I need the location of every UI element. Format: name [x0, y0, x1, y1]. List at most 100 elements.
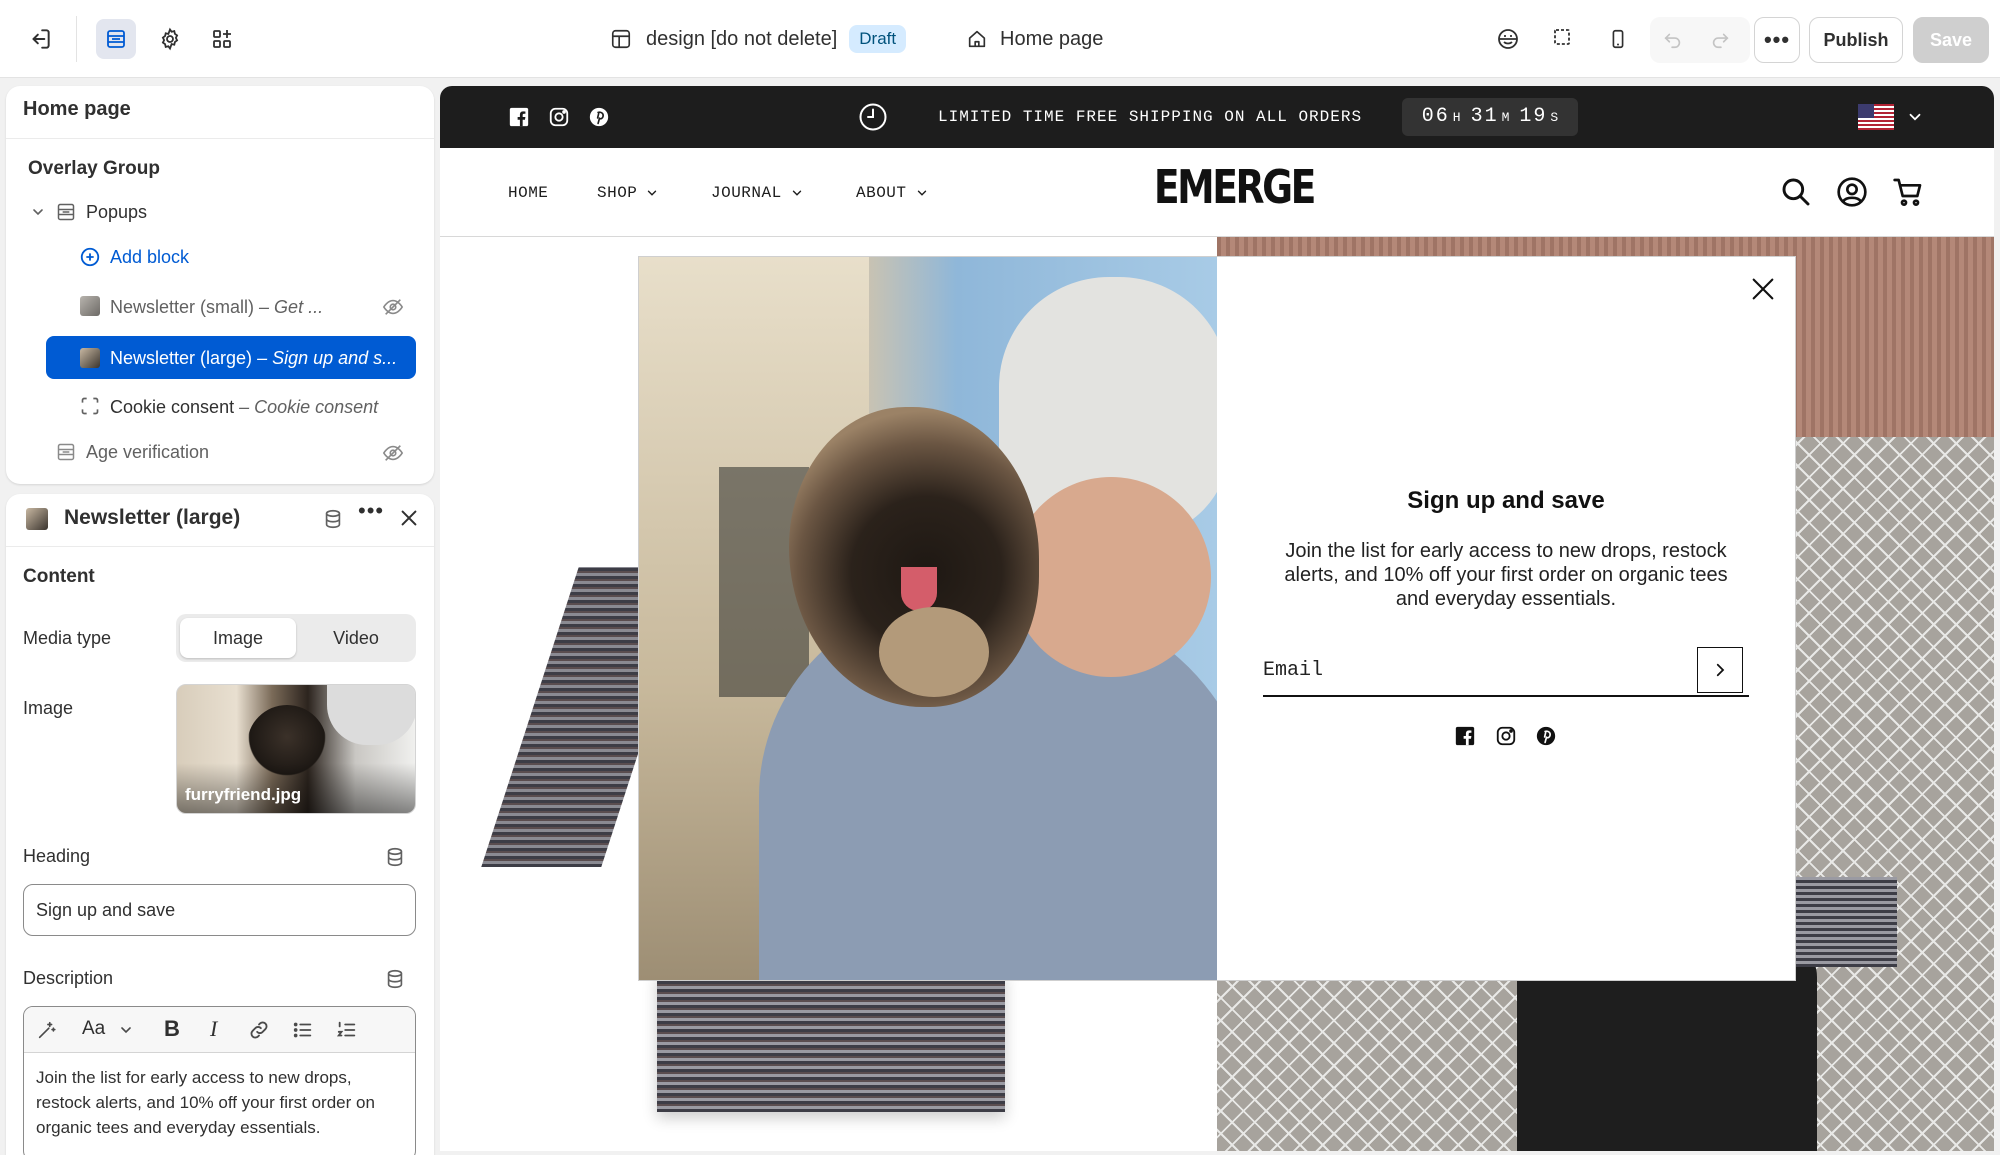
store-logo[interactable]: EMERGE [1154, 160, 1317, 214]
panel-title: Home page [23, 98, 131, 120]
countdown-hours-unit: H [1452, 110, 1461, 125]
tree-item-label: Cookie consent – Cookie consent [110, 397, 378, 418]
countdown-hours: 06 [1421, 105, 1450, 128]
tree-item-newsletter-small[interactable]: Newsletter (small) – Get ... [6, 284, 434, 328]
divider [76, 16, 77, 62]
search-icon[interactable] [1780, 176, 1812, 208]
cart-icon[interactable] [1892, 176, 1924, 208]
nav-shop[interactable]: SHOP [597, 184, 659, 202]
heading-input[interactable]: Sign up and save [23, 884, 416, 936]
facebook-icon[interactable] [508, 106, 530, 128]
sections-icon[interactable] [96, 19, 136, 59]
tree-item-cookie-consent[interactable]: Cookie consent – Cookie consent [6, 384, 434, 428]
nav-label: HOME [508, 184, 549, 202]
email-submit-button[interactable] [1697, 647, 1743, 693]
description-editor: Aa B I Join the list for early access to… [23, 1006, 416, 1155]
eye-hidden-icon[interactable] [382, 296, 404, 318]
us-flag-icon[interactable] [1858, 104, 1894, 130]
eye-hidden-icon[interactable] [382, 442, 404, 464]
tree-item-age-verification[interactable]: Age verification [6, 430, 434, 474]
close-icon[interactable] [1749, 275, 1777, 303]
popup-body: Join the list for early access to new dr… [1284, 540, 1728, 610]
select-element-icon[interactable] [1544, 19, 1584, 59]
more-icon[interactable]: ••• [358, 498, 384, 524]
redo-icon[interactable] [1700, 19, 1740, 59]
pinterest-icon[interactable] [588, 106, 610, 128]
newsletter-popup: Sign up and save Join the list for early… [639, 257, 1795, 980]
announcement-bar: LIMITED TIME FREE SHIPPING ON ALL ORDERS… [440, 86, 1994, 148]
image-thumbnail-icon [80, 348, 100, 368]
store-preview: LIMITED TIME FREE SHIPPING ON ALL ORDERS… [440, 86, 1994, 1151]
save-button[interactable]: Save [1913, 17, 1989, 63]
divider [6, 546, 434, 547]
image-neck [1011, 477, 1211, 677]
exit-icon[interactable] [20, 19, 60, 59]
image-thumbnail-icon [80, 296, 100, 316]
inspector-icon[interactable] [1488, 19, 1528, 59]
numbered-list-icon[interactable] [336, 1019, 358, 1041]
theme-name: design [do not delete] [646, 27, 838, 50]
mobile-preview-icon[interactable] [1598, 19, 1638, 59]
apps-icon[interactable] [202, 19, 242, 59]
publish-button[interactable]: Publish [1809, 17, 1903, 63]
media-option-image[interactable]: Image [180, 618, 296, 658]
announcement-text: LIMITED TIME FREE SHIPPING ON ALL ORDERS [938, 108, 1363, 126]
image-puppy-tongue [901, 567, 937, 611]
item-name: Cookie consent [110, 397, 235, 417]
dynamic-source-icon[interactable] [384, 846, 406, 868]
group-title: Overlay Group [28, 158, 160, 179]
magic-icon[interactable] [36, 1019, 58, 1041]
image-puppy-paw [879, 607, 989, 697]
font-size-icon[interactable]: Aa [82, 1018, 105, 1040]
bullet-list-icon[interactable] [292, 1019, 314, 1041]
image-label: Image [23, 698, 74, 718]
email-input[interactable]: Email [1263, 647, 1749, 697]
image-filename: furryfriend.jpg [185, 785, 302, 804]
nav-label: ABOUT [856, 184, 907, 202]
tree-item-newsletter-large[interactable]: Newsletter (large) – Sign up and s... [46, 336, 416, 379]
description-textarea[interactable]: Join the list for early access to new dr… [36, 1065, 401, 1140]
account-icon[interactable] [1836, 176, 1868, 208]
countdown-seconds: 19 [1519, 105, 1548, 128]
link-icon[interactable] [248, 1019, 270, 1041]
close-icon[interactable] [398, 507, 420, 529]
nav-about[interactable]: ABOUT [856, 184, 929, 202]
dynamic-source-icon[interactable] [322, 508, 344, 530]
chevron-down-icon[interactable] [30, 204, 46, 220]
add-block-label: Add block [110, 247, 190, 267]
nav-home[interactable]: HOME [508, 184, 548, 202]
undo-icon[interactable] [1653, 19, 1693, 59]
chevron-down-icon[interactable] [1906, 108, 1924, 126]
item-detail: – Get ... [259, 297, 324, 317]
tree-item-label: Newsletter (small) – Get ... [110, 297, 323, 318]
rte-toolbar: Aa B I [24, 1007, 415, 1053]
tree-item-popups[interactable]: Popups [6, 190, 434, 234]
add-circle-icon [79, 246, 101, 268]
popup-image [639, 257, 1217, 980]
item-name: Newsletter (small) [110, 297, 255, 317]
image-picker[interactable]: furryfriend.jpg [176, 684, 416, 814]
facebook-icon[interactable] [1454, 725, 1476, 747]
add-block-button[interactable]: Add block [6, 234, 434, 278]
block-settings-panel: Newsletter (large) ••• Content Media typ… [6, 494, 434, 1155]
theme-title[interactable]: design [do not delete] Draft [610, 0, 907, 78]
nav-journal[interactable]: JOURNAL [711, 184, 804, 202]
media-option-video[interactable]: Video [298, 618, 414, 658]
gear-icon[interactable] [150, 19, 190, 59]
italic-icon[interactable]: I [210, 1016, 217, 1042]
hero-shirt-hem [657, 972, 1005, 1112]
tree-item-label: Popups [86, 202, 148, 222]
dynamic-source-icon[interactable] [384, 968, 406, 990]
media-type-label: Media type [23, 628, 112, 648]
popup-heading: Sign up and save [1407, 487, 1605, 514]
instagram-icon[interactable] [548, 106, 570, 128]
image-thumbnail-icon [26, 508, 48, 530]
pinterest-icon[interactable] [1535, 725, 1557, 747]
nav-label: SHOP [597, 184, 638, 202]
page-selector[interactable]: Home page [966, 0, 1103, 78]
instagram-icon[interactable] [1495, 725, 1517, 747]
bold-icon[interactable]: B [164, 1016, 180, 1042]
chevron-down-icon[interactable] [118, 1022, 134, 1038]
more-actions-button[interactable]: ••• [1754, 17, 1800, 63]
countdown-minutes: 31 [1470, 105, 1499, 128]
